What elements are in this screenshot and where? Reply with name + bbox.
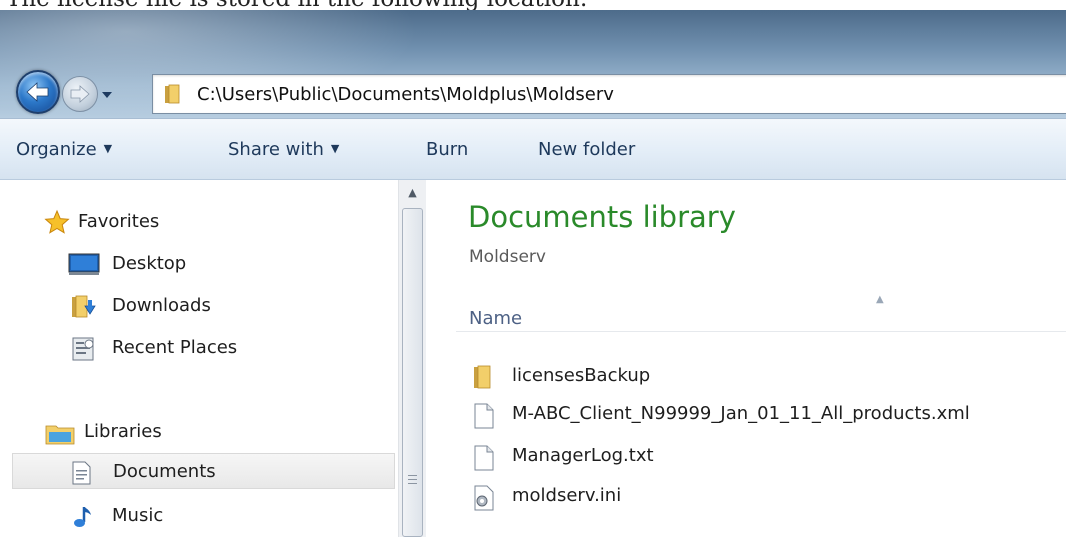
chevron-down-icon: ▼: [330, 142, 340, 155]
navigation-pane: Favorites Desktop Downloads Recent Place…: [0, 180, 398, 537]
folder-icon: [474, 365, 491, 389]
new-folder-button[interactable]: New folder: [538, 139, 635, 160]
nav-item-libraries[interactable]: Libraries: [0, 414, 398, 450]
file-name: moldserv.ini: [512, 485, 622, 506]
navigation-bar: C:\Users\Public\Documents\Moldplus\Molds…: [0, 10, 1066, 118]
share-with-label: Share with: [228, 139, 324, 160]
nav-label: Favorites: [78, 211, 160, 232]
nav-label: Desktop: [112, 253, 187, 274]
folder-icon: [165, 84, 180, 104]
sort-ascending-icon: ▲: [876, 294, 884, 305]
nav-item-downloads[interactable]: Downloads: [0, 288, 398, 324]
command-bar: Organize ▼ Share with ▼ Burn New folder: [0, 118, 1066, 180]
file-list-pane: Documents library Moldserv ▲ Name licens…: [456, 180, 1066, 537]
file-name: ManagerLog.txt: [512, 445, 654, 466]
library-subtitle: Moldserv: [469, 247, 546, 267]
forward-arrow-icon: [70, 85, 90, 103]
share-with-button[interactable]: Share with ▼: [228, 139, 339, 160]
grip-icon: [408, 475, 417, 487]
nav-label: Libraries: [84, 421, 162, 442]
organize-button[interactable]: Organize ▼: [16, 139, 112, 160]
library-title: Documents library: [468, 200, 736, 234]
back-button[interactable]: [16, 70, 60, 114]
file-name: M-ABC_Client_N99999_Jan_01_11_All_produc…: [512, 403, 970, 424]
nav-label: Documents: [113, 461, 216, 482]
navigation-pane-scrollbar[interactable]: ▲: [398, 180, 426, 537]
desktop-icon: [68, 253, 100, 275]
downloads-icon: [72, 295, 96, 318]
nav-item-documents[interactable]: Documents: [12, 453, 395, 489]
xml-file-icon: [474, 403, 494, 429]
column-header-label: Name: [469, 308, 523, 329]
config-file-icon: [474, 485, 494, 511]
scroll-up-arrow-icon[interactable]: ▲: [399, 180, 426, 206]
file-row[interactable]: M-ABC_Client_N99999_Jan_01_11_All_produc…: [456, 394, 1066, 434]
recent-places-icon: [72, 337, 94, 361]
text-file-icon: [474, 445, 494, 471]
file-row[interactable]: moldserv.ini: [456, 476, 1066, 516]
star-icon: [44, 209, 70, 234]
file-row[interactable]: licensesBackup: [456, 356, 1066, 396]
file-row[interactable]: ManagerLog.txt: [456, 436, 1066, 476]
nav-item-desktop[interactable]: Desktop: [0, 246, 398, 282]
pane-splitter[interactable]: [426, 180, 456, 537]
recent-pages-dropdown-icon[interactable]: [100, 88, 114, 102]
file-name: licensesBackup: [512, 365, 651, 386]
column-header-name[interactable]: ▲ Name: [456, 280, 1066, 332]
nav-item-favorites[interactable]: Favorites: [0, 204, 398, 240]
chevron-down-icon: ▼: [103, 142, 113, 155]
documents-icon: [72, 461, 91, 485]
burn-button[interactable]: Burn: [426, 139, 468, 160]
nav-item-recent-places[interactable]: Recent Places: [0, 330, 398, 366]
nav-label: Recent Places: [112, 337, 238, 358]
nav-label: Downloads: [112, 295, 211, 316]
music-icon: [74, 507, 91, 527]
forward-button[interactable]: [62, 76, 98, 112]
libraries-icon: [45, 425, 75, 445]
nav-label: Music: [112, 505, 164, 526]
nav-item-music[interactable]: Music: [0, 498, 398, 534]
back-arrow-icon: [26, 82, 49, 102]
scroll-thumb[interactable]: [402, 208, 423, 537]
address-bar[interactable]: C:\Users\Public\Documents\Moldplus\Molds…: [152, 74, 1066, 114]
address-path: C:\Users\Public\Documents\Moldplus\Molds…: [197, 84, 614, 105]
organize-label: Organize: [16, 139, 97, 160]
